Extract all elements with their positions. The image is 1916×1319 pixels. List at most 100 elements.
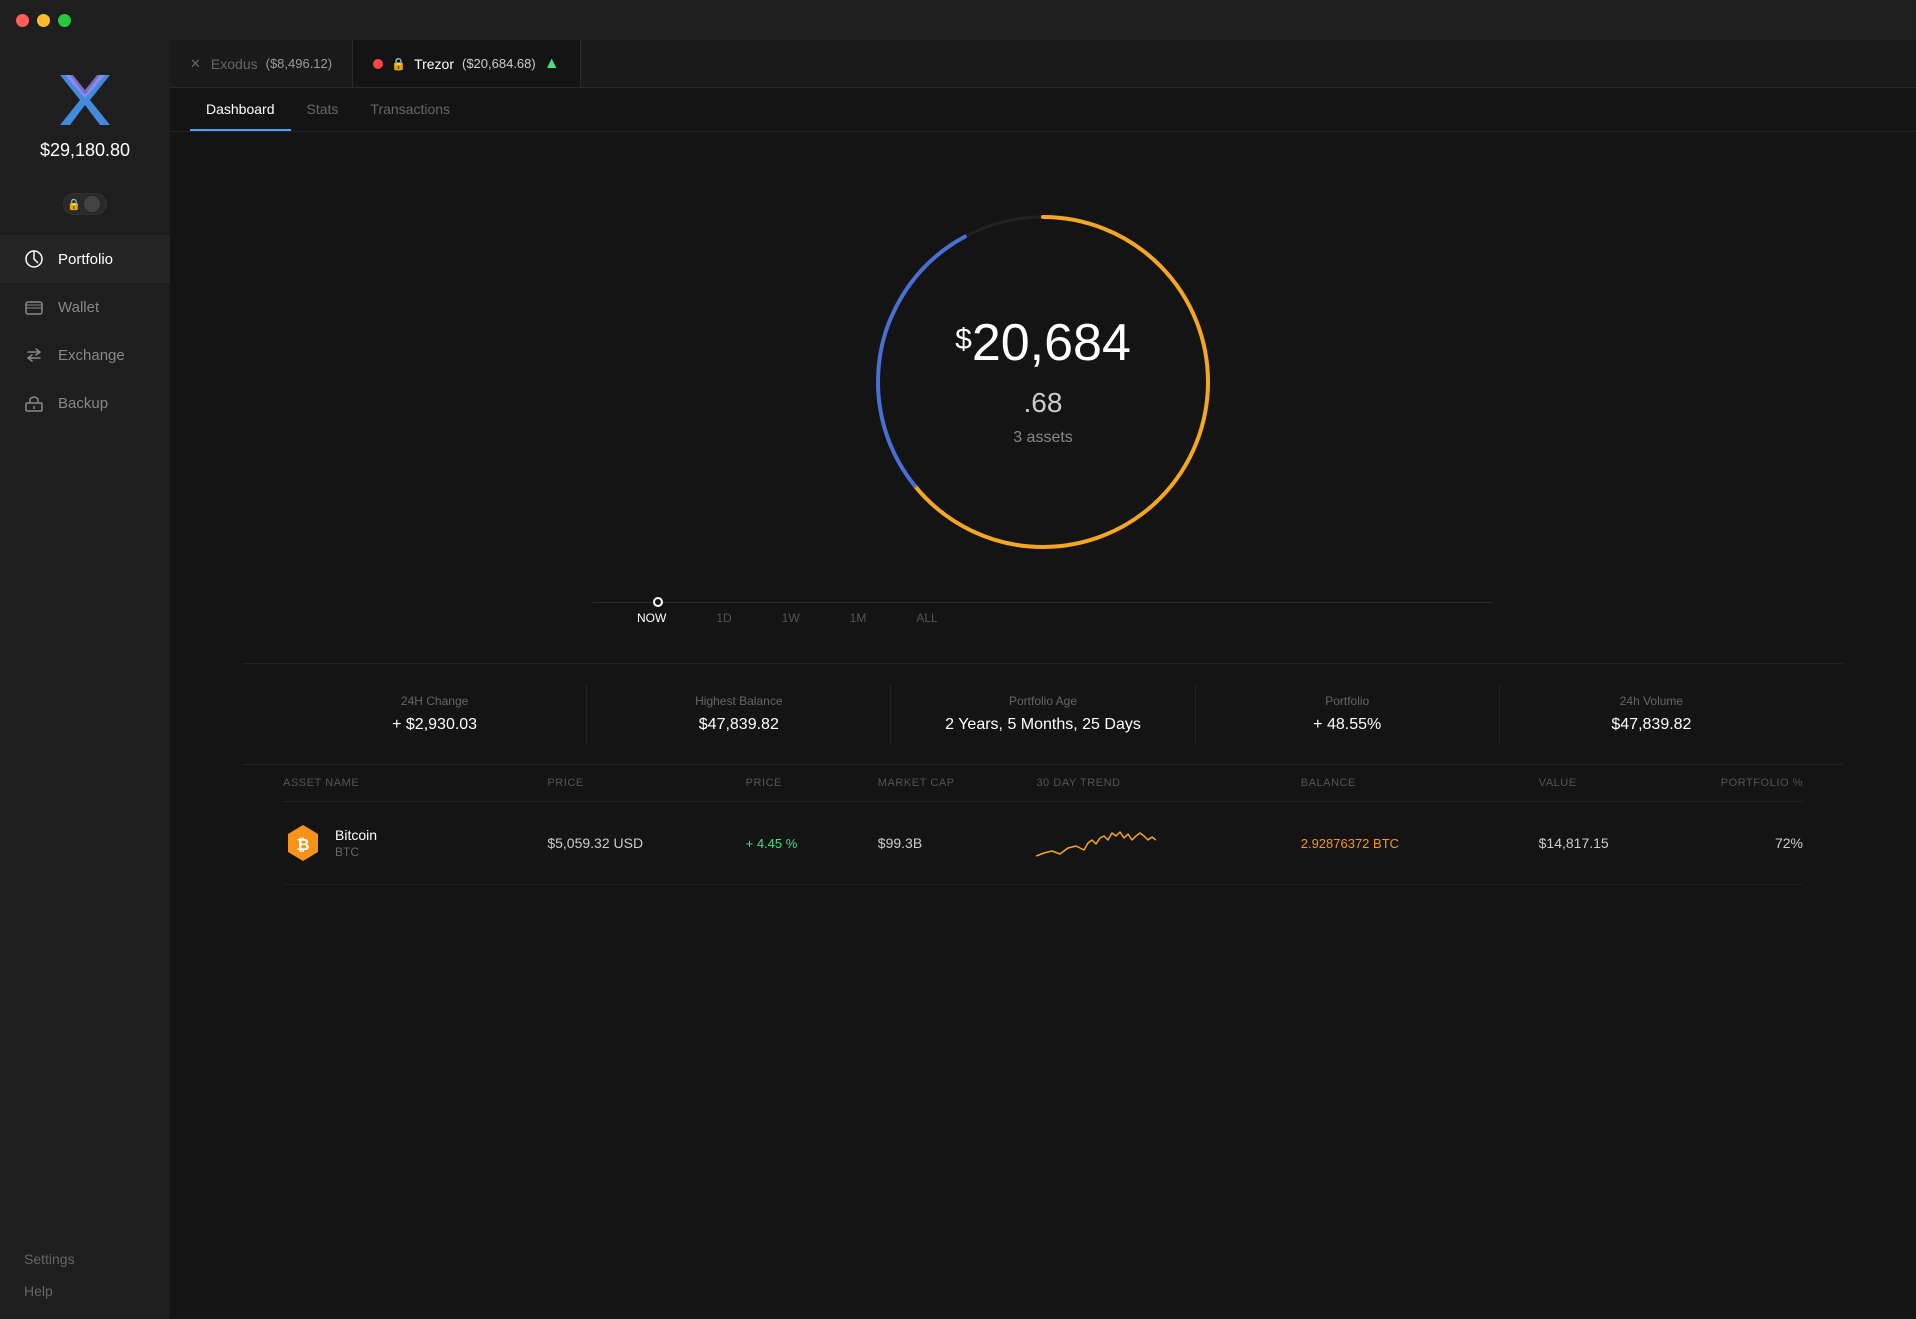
stat-portfolio-age-label: Portfolio Age	[1009, 694, 1077, 708]
table-row[interactable]: ₿ Bitcoin BTC $5,059.32 USD + 4.45 % $99…	[283, 802, 1803, 885]
btc-name: Bitcoin	[335, 827, 377, 843]
asset-table-header: ASSET NAME PRICE PRICE MARKET CAP 30 DAY…	[283, 765, 1803, 802]
stat-24h-change: 24H Change + $2,930.03	[283, 684, 587, 744]
timeline-1d[interactable]: 1D	[716, 611, 731, 625]
trezor-collapse-icon[interactable]: ▲	[544, 55, 560, 73]
tab-dashboard[interactable]: Dashboard	[190, 88, 291, 131]
sidebar-item-help[interactable]: Help	[24, 1283, 146, 1299]
stat-24h-change-value: + $2,930.03	[392, 716, 477, 734]
stat-highest-balance: Highest Balance $47,839.82	[587, 684, 891, 744]
sidebar-item-backup[interactable]: Backup	[0, 379, 170, 427]
wallet-icon	[24, 297, 44, 317]
sidebar-item-settings[interactable]: Settings	[24, 1251, 146, 1267]
sidebar-item-wallet[interactable]: Wallet	[0, 283, 170, 331]
lock-toggle-button[interactable]: 🔒	[63, 193, 107, 215]
btc-trend-chart	[1036, 818, 1300, 868]
dashboard-content: $20,684.68 3 assets NOW 1D 1W 1M	[170, 132, 1916, 1319]
wallet-tabs: ✕ Exodus ($8,496.12) 🔒 Trezor ($20,684.6…	[170, 40, 1916, 88]
timeline-1m[interactable]: 1M	[850, 611, 867, 625]
exodus-icon: ✕	[190, 56, 201, 72]
col-header-price-change: PRICE	[746, 777, 878, 789]
stat-highest-balance-label: Highest Balance	[695, 694, 782, 708]
trezor-lock-icon: 🔒	[391, 57, 406, 71]
titlebar	[0, 0, 1916, 40]
col-header-price: PRICE	[547, 777, 745, 789]
timeline-now[interactable]: NOW	[637, 611, 666, 625]
lock-icon: 🔒	[67, 198, 81, 211]
btc-value: $14,817.15	[1539, 835, 1671, 851]
sidebar-total-balance: $29,180.80	[40, 140, 130, 161]
stat-24h-volume-label: 24h Volume	[1620, 694, 1683, 708]
timeline-now-dot	[653, 597, 663, 607]
timeline-section: NOW 1D 1W 1M ALL	[593, 602, 1493, 633]
sidebar: $29,180.80 🔒 Portfolio	[0, 40, 170, 1319]
col-header-value: VALUE	[1539, 777, 1671, 789]
donut-center-text: $20,684.68 3 assets	[938, 317, 1148, 447]
stat-portfolio-age: Portfolio Age 2 Years, 5 Months, 25 Days	[891, 684, 1195, 744]
btc-portfolio-pct: 72%	[1671, 835, 1803, 851]
sidebar-item-exchange[interactable]: Exchange	[0, 331, 170, 379]
stat-portfolio: Portfolio + 48.55%	[1196, 684, 1500, 744]
exchange-label: Exchange	[58, 347, 125, 364]
btc-balance: 2.92876372 BTC	[1301, 836, 1539, 851]
btc-mcap: $99.3B	[878, 835, 1037, 851]
page-tabs: Dashboard Stats Transactions	[170, 88, 1916, 132]
sidebar-bottom: Settings Help	[0, 1231, 170, 1319]
stats-grid: 24H Change + $2,930.03 Highest Balance $…	[243, 663, 1843, 765]
main-content: ✕ Exodus ($8,496.12) 🔒 Trezor ($20,684.6…	[170, 40, 1916, 1319]
tab-stats[interactable]: Stats	[291, 88, 355, 131]
sidebar-logo: $29,180.80	[0, 40, 170, 181]
stat-portfolio-age-value: 2 Years, 5 Months, 25 Days	[945, 716, 1141, 734]
btc-ticker: BTC	[335, 845, 377, 859]
btc-price-change: + 4.45 %	[746, 836, 878, 851]
btc-icon: ₿	[283, 823, 323, 863]
sidebar-item-portfolio[interactable]: Portfolio	[0, 235, 170, 283]
trezor-dot	[373, 59, 383, 69]
wallet-tab-trezor[interactable]: 🔒 Trezor ($20,684.68) ▲	[353, 40, 580, 87]
stat-highest-balance-value: $47,839.82	[699, 716, 779, 734]
chart-section: $20,684.68 3 assets NOW 1D 1W 1M	[170, 132, 1916, 653]
wallet-label: Wallet	[58, 299, 99, 316]
asset-name-cell-btc: ₿ Bitcoin BTC	[283, 823, 547, 863]
col-header-name: ASSET NAME	[283, 777, 547, 789]
sidebar-lock-toggle[interactable]: 🔒	[0, 193, 170, 215]
stat-24h-change-label: 24H Change	[401, 694, 468, 708]
minimize-button[interactable]	[37, 14, 50, 27]
wallet-tab-exodus[interactable]: ✕ Exodus ($8,496.12)	[170, 40, 353, 87]
timeline-all[interactable]: ALL	[916, 611, 937, 625]
lock-dot	[84, 196, 100, 212]
svg-text:₿: ₿	[296, 836, 309, 854]
window-controls	[16, 14, 71, 27]
stat-24h-volume: 24h Volume $47,839.82	[1500, 684, 1803, 744]
timeline-1w[interactable]: 1W	[782, 611, 800, 625]
maximize-button[interactable]	[58, 14, 71, 27]
app-logo	[55, 70, 115, 130]
close-button[interactable]	[16, 14, 29, 27]
portfolio-label: Portfolio	[58, 251, 113, 268]
btc-sparkline	[1036, 818, 1156, 863]
col-header-trend: 30 DAY TREND	[1036, 777, 1300, 789]
stat-portfolio-value: + 48.55%	[1313, 716, 1381, 734]
donut-chart: $20,684.68 3 assets	[833, 172, 1253, 592]
timeline-labels: NOW 1D 1W 1M ALL	[593, 603, 1493, 633]
asset-table: ASSET NAME PRICE PRICE MARKET CAP 30 DAY…	[243, 765, 1843, 885]
portfolio-assets-count: 3 assets	[938, 429, 1148, 447]
backup-label: Backup	[58, 395, 108, 412]
stat-24h-volume-value: $47,839.82	[1611, 716, 1691, 734]
col-header-balance: BALANCE	[1301, 777, 1539, 789]
portfolio-icon	[24, 249, 44, 269]
stat-portfolio-label: Portfolio	[1325, 694, 1369, 708]
col-header-portfolio: PORTFOLIO %	[1671, 777, 1803, 789]
trezor-tab-name: Trezor	[414, 56, 454, 72]
portfolio-total-display: $20,684.68	[938, 317, 1148, 421]
exodus-tab-name: Exodus	[211, 56, 258, 72]
trezor-tab-amount: ($20,684.68)	[462, 56, 536, 71]
tab-transactions[interactable]: Transactions	[354, 88, 466, 131]
btc-price: $5,059.32 USD	[547, 835, 745, 851]
exchange-icon	[24, 345, 44, 365]
app-container: $29,180.80 🔒 Portfolio	[0, 40, 1916, 1319]
backup-icon	[24, 393, 44, 413]
sidebar-nav: Portfolio Wallet	[0, 235, 170, 1231]
timeline-line	[593, 602, 1493, 603]
col-header-mcap: MARKET CAP	[878, 777, 1037, 789]
